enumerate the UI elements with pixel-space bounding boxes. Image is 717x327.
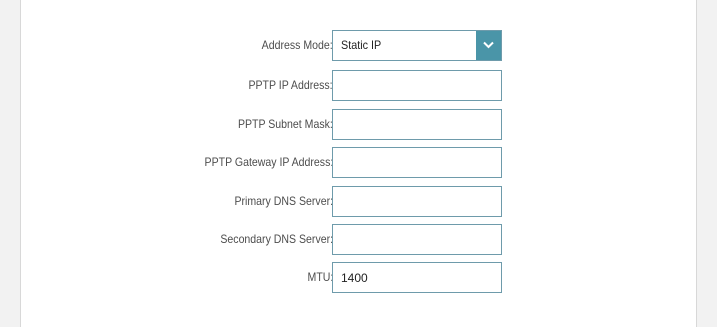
dropdown-button[interactable] — [476, 31, 501, 60]
pptp-ip-row: PPTP IP Address: — [21, 70, 698, 101]
pptp-gateway-row: PPTP Gateway IP Address: — [21, 147, 698, 178]
address-mode-value: Static IP — [341, 38, 382, 52]
address-mode-row: Address Mode: Static IP — [21, 30, 698, 61]
mtu-input[interactable] — [332, 262, 502, 293]
chevron-down-icon — [483, 41, 494, 49]
secondary-dns-row: Secondary DNS Server: — [21, 224, 698, 255]
pptp-subnet-row: PPTP Subnet Mask: — [21, 109, 698, 140]
settings-panel: Address Mode: Static IP PPTP IP Address:… — [20, 0, 697, 327]
secondary-dns-input[interactable] — [332, 224, 502, 255]
address-mode-select[interactable]: Static IP — [332, 30, 502, 61]
mtu-label: MTU: — [307, 270, 333, 284]
pptp-gateway-input[interactable] — [332, 147, 502, 178]
secondary-dns-label: Secondary DNS Server: — [220, 232, 333, 246]
primary-dns-label: Primary DNS Server: — [234, 194, 333, 208]
primary-dns-row: Primary DNS Server: — [21, 186, 698, 217]
mtu-row: MTU: — [21, 262, 698, 293]
pptp-subnet-input[interactable] — [332, 109, 502, 140]
pptp-subnet-label: PPTP Subnet Mask: — [238, 117, 333, 131]
address-mode-label: Address Mode: — [261, 38, 333, 52]
pptp-ip-label: PPTP IP Address: — [248, 78, 333, 92]
pptp-ip-input[interactable] — [332, 70, 502, 101]
pptp-gateway-label: PPTP Gateway IP Address: — [204, 155, 333, 169]
primary-dns-input[interactable] — [332, 186, 502, 217]
